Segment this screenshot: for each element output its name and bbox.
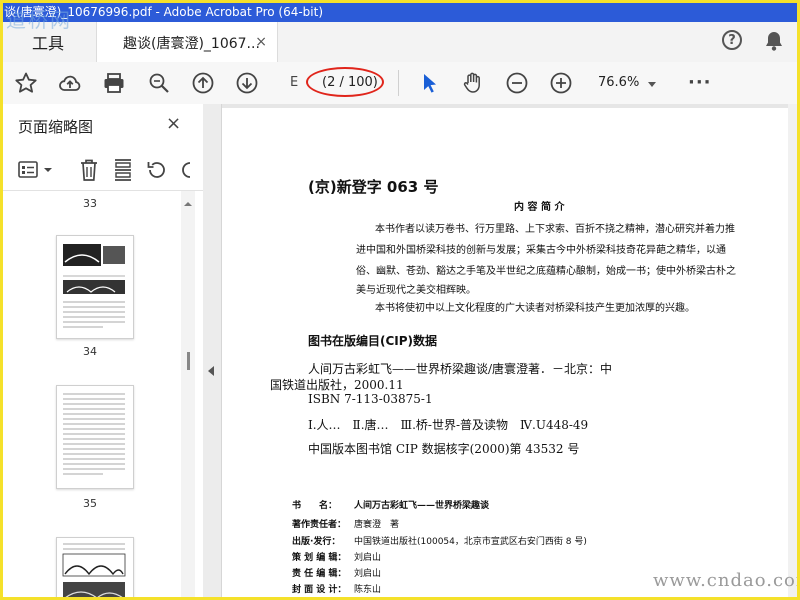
- thumbnail-preview-image: [63, 244, 125, 328]
- tab-bar: 工具 趣谈(唐寰澄)_1067... ×: [0, 22, 800, 63]
- site-watermark-logo: 道桥网: [6, 8, 72, 32]
- pdf-page: (京)新登字 063 号 内 容 简 介 本书作者以读万卷书、行万里路、上下求索…: [222, 108, 792, 600]
- colophon-value: 刘启山: [354, 569, 382, 579]
- toolbar-divider: [398, 70, 399, 96]
- colophon-key: 封 面 设 计：: [292, 585, 347, 595]
- thumbnail-options-icon[interactable]: [18, 160, 54, 180]
- thumbnail-page-label: 35: [83, 497, 97, 510]
- thumbnail-page[interactable]: [56, 537, 134, 600]
- summary-line: 进中国和外国桥梁科技的创新与发展；采集古今中外桥梁科技奇花异葩之精华，以通: [356, 245, 726, 256]
- cip-registration-number: (京)新登字 063 号: [308, 178, 439, 196]
- tab-document[interactable]: 趣谈(唐寰澄)_1067... ×: [97, 22, 278, 63]
- main-toolbar: E (2 / 100) 76.6% ···: [0, 62, 800, 105]
- summary-heading: 内 容 简 介: [514, 202, 565, 213]
- star-icon[interactable]: [14, 71, 38, 95]
- zoom-level-dropdown[interactable]: 76.6%: [598, 75, 639, 90]
- thumbnail-scrollbar[interactable]: [181, 191, 195, 600]
- page-up-icon[interactable]: [191, 71, 215, 95]
- summary-line: 俗、幽默、苍劲、豁达之手笔及半世纪之底蕴精心酿制，始成一书；使中外桥梁古朴之: [356, 266, 736, 277]
- extract-pages-icon[interactable]: [112, 158, 134, 182]
- colophon-key: 策 划 编 辑：: [292, 553, 347, 563]
- colophon-value: 中国铁道出版社(100054，北京市宣武区右安门西街 8 号): [354, 537, 587, 547]
- print-icon[interactable]: [102, 71, 126, 95]
- colophon-value: 刘启山: [354, 553, 382, 563]
- bell-icon[interactable]: [764, 30, 784, 52]
- summary-line: 本书作者以读万卷书、行万里路、上下求索、百折不挠之精神，潜心研究并着力推: [375, 224, 735, 235]
- thumbnail-preview-image: [63, 393, 125, 475]
- document-view: (京)新登字 063 号 内 容 简 介 本书作者以读万卷书、行万里路、上下求索…: [222, 104, 800, 600]
- thumbnail-toolbar: [0, 150, 203, 191]
- chevron-down-icon[interactable]: [648, 82, 656, 87]
- cip-line: 中国版本图书馆 CIP 数据核字(2000)第 43532 号: [308, 442, 580, 456]
- trash-icon[interactable]: [78, 158, 100, 182]
- cip-line: 国铁道出版社，2000.11: [270, 378, 404, 392]
- window-title-bar: 谈(唐寰澄)_10676996.pdf - Adobe Acrobat Pro …: [0, 0, 800, 22]
- cip-line: ISBN 7-113-03875-1: [308, 392, 433, 406]
- colophon-key: 书 名：: [292, 501, 338, 511]
- colophon-value: 陈东山: [354, 585, 382, 595]
- zoom-out-icon[interactable]: [505, 71, 529, 95]
- colophon-key: 责 任 编 辑：: [292, 569, 347, 579]
- page-down-icon[interactable]: [235, 71, 259, 95]
- document-scrollbar[interactable]: [788, 104, 800, 600]
- colophon-key: 著作责任者：: [292, 520, 347, 530]
- cip-line: Ⅰ.人… Ⅱ.唐… Ⅲ.桥-世界-普及读物 Ⅳ.U448-49: [308, 418, 589, 432]
- thumbnail-list: 33 34 35: [0, 191, 180, 600]
- colophon-value: 人间万古彩虹飞——世界桥梁趣谈: [354, 501, 490, 511]
- thumbnail-page-label: 34: [83, 345, 97, 358]
- thumbnail-page[interactable]: [56, 235, 134, 339]
- footer-watermark: www.cndao.com: [653, 570, 800, 591]
- select-arrow-icon[interactable]: [418, 71, 442, 95]
- cloud-upload-icon[interactable]: [58, 71, 82, 95]
- page-thumbnails-panel: 页面缩略图 × 33 34 35: [0, 104, 204, 600]
- page-field-prefix: E: [290, 75, 299, 90]
- more-tools-icon[interactable]: ···: [688, 72, 712, 93]
- rotate-left-icon[interactable]: [146, 159, 168, 181]
- close-panel-icon[interactable]: ×: [166, 113, 181, 134]
- thumbnail-scroll-thumb[interactable]: [187, 352, 190, 370]
- scroll-up-icon[interactable]: [182, 200, 194, 208]
- thumbnail-preview-image: [62, 543, 126, 600]
- cip-line: 人间万古彩虹飞——世界桥梁趣谈/唐寰澄著．－北京：中: [308, 362, 613, 376]
- tab-document-label: 趣谈(唐寰澄)_1067...: [123, 35, 260, 52]
- page-number-field[interactable]: E (2 / 100): [290, 67, 384, 97]
- cip-data-heading: 图书在版编目(CIP)数据: [308, 334, 438, 348]
- close-tab-icon[interactable]: ×: [255, 34, 267, 50]
- colophon-key: 出版·发行：: [292, 537, 341, 547]
- collapse-arrow-icon: [208, 366, 214, 376]
- panel-collapse-handle[interactable]: [203, 104, 222, 600]
- panel-title: 页面缩略图: [18, 118, 94, 136]
- colophon-value: 唐寰澄 著: [354, 520, 400, 530]
- hand-icon[interactable]: [461, 71, 485, 95]
- zoom-in-icon[interactable]: [549, 71, 573, 95]
- help-icon[interactable]: ?: [722, 30, 742, 50]
- zoom-search-icon[interactable]: [147, 71, 171, 95]
- summary-line: 本书将使初中以上文化程度的广大读者对桥梁科技产生更加浓厚的兴趣。: [375, 303, 695, 314]
- red-highlight-ellipse: [306, 67, 384, 97]
- thumbnail-page-label: 33: [83, 197, 97, 210]
- tab-tools-label: 工具: [31, 34, 64, 53]
- thumbnail-page[interactable]: [56, 385, 134, 489]
- summary-line: 美与近现代之美交相辉映。: [356, 285, 476, 296]
- rotate-right-icon[interactable]: [178, 159, 192, 181]
